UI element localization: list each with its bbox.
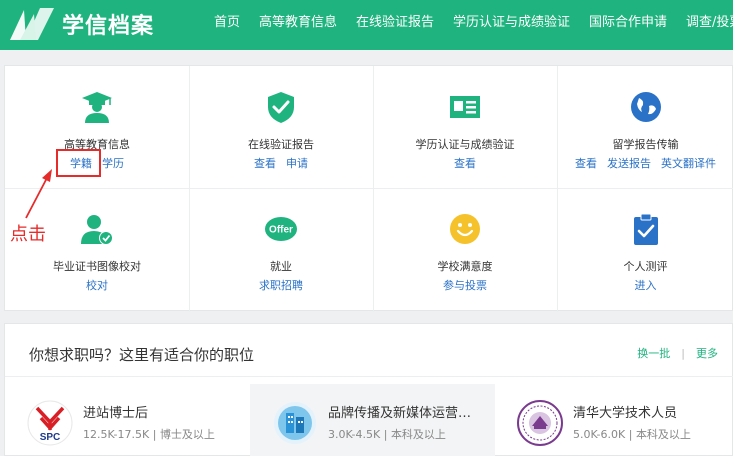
service-title: 个人测评 <box>623 260 668 273</box>
services-panel: 高等教育信息 学籍 学历 在线验证报告 查看 申请 学历认证与成绩验证 查看 留… <box>4 65 733 312</box>
service-links: 查看 申请 <box>189 155 373 171</box>
link-proofread[interactable]: 校对 <box>86 279 108 292</box>
link-view[interactable]: 查看 <box>254 157 276 170</box>
link-apply[interactable]: 申请 <box>286 157 308 170</box>
separator: | <box>681 347 685 360</box>
annotation-text: 点击 <box>10 224 46 245</box>
top-header: 学信档案 首页 高等教育信息 在线验证报告 学历认证与成绩验证 国际合作申请 调… <box>0 0 733 50</box>
service-title: 毕业证书图像校对 <box>53 260 141 273</box>
service-links: 校对 <box>5 277 189 293</box>
service-title: 在线验证报告 <box>248 138 314 151</box>
service-title: 就业 <box>270 260 292 273</box>
brand-title[interactable]: 学信档案 <box>62 8 154 40</box>
shield-check-icon <box>268 92 294 123</box>
service-title: 学历认证与成绩验证 <box>415 138 515 151</box>
job-title[interactable]: 清华大学技术人员 <box>573 402 677 421</box>
svg-text:Offer: Offer <box>269 225 293 236</box>
nav-degree-certification[interactable]: 学历认证与成绩验证 <box>453 11 570 30</box>
spc-logo: SPC <box>27 400 73 446</box>
building-logo <box>274 402 316 444</box>
link-view[interactable]: 查看 <box>454 157 476 170</box>
jobs-panel: 你想求职吗？这里有适合你的职位 换一批 | 更多 SPC 进站博士后 12.5K-1… <box>4 323 733 456</box>
job-card[interactable]: SPC 进站博士后 12.5K-17.5K | 博士及以上 <box>5 384 250 456</box>
job-title[interactable]: 品牌传播及新媒体运营… <box>328 402 471 421</box>
service-links: 进入 <box>557 277 733 293</box>
tsinghua-seal-logo <box>517 400 563 446</box>
nav-higher-education[interactable]: 高等教育信息 <box>259 11 337 30</box>
service-employment: Offer 就业 求职招聘 <box>189 188 373 310</box>
link-send-report[interactable]: 发送报告 <box>607 157 651 170</box>
link-enter[interactable]: 进入 <box>635 279 657 292</box>
job-degree: 博士及以上 <box>159 428 215 441</box>
service-study-abroad-report: 留学报告传输 查看 发送报告 英文翻译件 <box>557 66 733 188</box>
globe-icon <box>630 92 661 122</box>
offer-icon: Offer <box>265 217 297 241</box>
service-personal-assessment: 个人测评 进入 <box>557 188 733 310</box>
job-meta: 3.0K-4.5K | 本科及以上 <box>328 428 446 441</box>
service-links: 求职招聘 <box>189 277 373 293</box>
job-title[interactable]: 进站博士后 <box>83 402 148 421</box>
job-meta: 12.5K-17.5K | 博士及以上 <box>83 428 215 441</box>
link-english-translation[interactable]: 英文翻译件 <box>661 157 716 170</box>
job-meta: 5.0K-6.0K | 本科及以上 <box>573 428 691 441</box>
nav-home[interactable]: 首页 <box>214 11 240 30</box>
nav-online-verification[interactable]: 在线验证报告 <box>356 11 434 30</box>
service-online-verification: 在线验证报告 查看 申请 <box>189 66 373 188</box>
id-card-icon <box>450 96 480 118</box>
job-degree: 本科及以上 <box>390 428 446 441</box>
job-card[interactable]: 清华大学技术人员 5.0K-6.0K | 本科及以上 <box>495 384 733 456</box>
smile-icon <box>450 214 480 244</box>
service-title: 留学报告传输 <box>612 138 679 151</box>
service-links: 查看 <box>373 155 557 171</box>
refresh-button[interactable]: 换一批 <box>637 347 670 360</box>
service-links: 查看 发送报告 英文翻译件 <box>557 155 733 171</box>
nav-international[interactable]: 国际合作申请 <box>589 11 667 30</box>
link-degree[interactable]: 学历 <box>102 157 124 170</box>
service-title: 学校满意度 <box>437 260 493 273</box>
job-salary: 12.5K-17.5K <box>83 428 150 441</box>
link-view[interactable]: 查看 <box>575 157 597 170</box>
job-salary: 5.0K-6.0K <box>573 428 626 441</box>
more-link[interactable]: 更多 <box>696 347 718 360</box>
clipboard-check-icon <box>633 213 658 245</box>
job-degree: 本科及以上 <box>635 428 691 441</box>
service-degree-certification: 学历认证与成绩验证 查看 <box>373 66 557 188</box>
graduate-icon <box>82 92 112 123</box>
jobs-title: 你想求职吗？这里有适合你的职位 <box>29 346 255 364</box>
svg-text:SPC: SPC <box>40 432 61 443</box>
logo-icon[interactable] <box>6 4 56 44</box>
job-salary: 3.0K-4.5K <box>328 428 381 441</box>
jobs-actions: 换一批 | 更多 <box>637 345 718 361</box>
service-school-satisfaction: 学校满意度 参与投票 <box>373 188 557 310</box>
job-card[interactable]: 品牌传播及新媒体运营… 3.0K-4.5K | 本科及以上 <box>250 384 495 456</box>
nav-survey[interactable]: 调查/投票 <box>686 11 733 30</box>
link-vote[interactable]: 参与投票 <box>443 279 487 292</box>
link-job-recruitment[interactable]: 求职招聘 <box>259 279 303 292</box>
service-links: 参与投票 <box>373 277 557 293</box>
user-check-icon <box>81 215 113 245</box>
